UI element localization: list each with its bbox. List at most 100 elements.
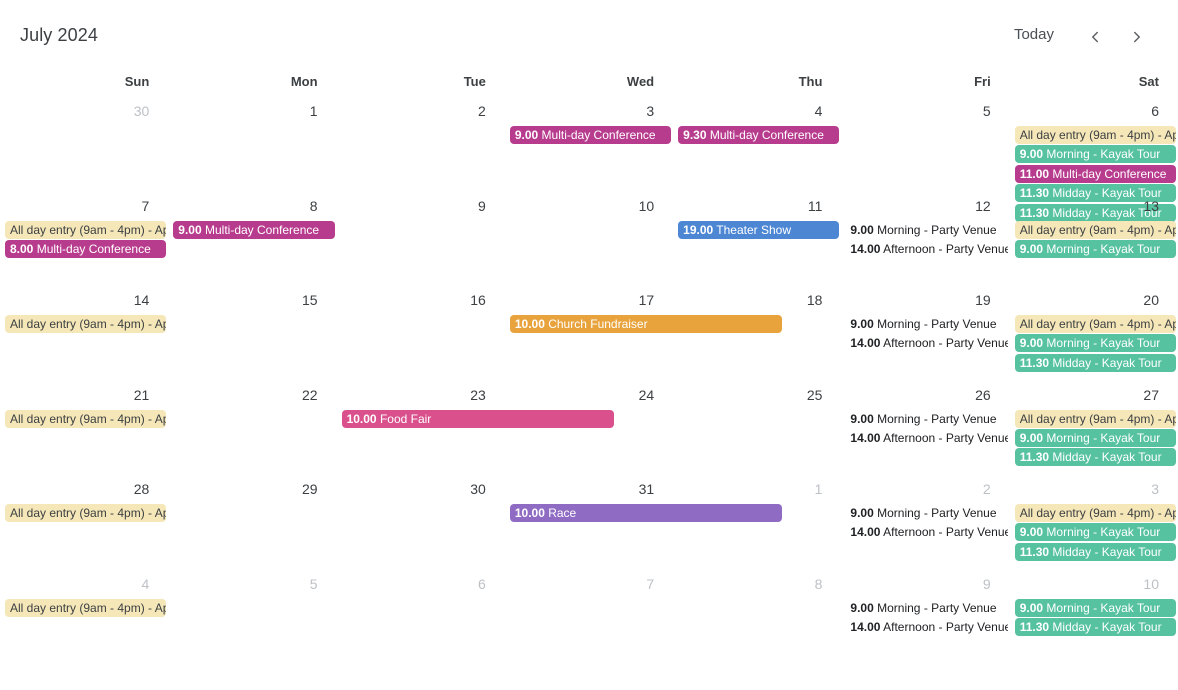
event-time: 14.00 bbox=[850, 336, 881, 351]
day-cell-30[interactable]: 30 bbox=[337, 478, 505, 502]
calendar-event[interactable]: 14.00 Afternoon - Party Venue bbox=[847, 523, 1007, 541]
calendar-event[interactable]: 14.00 Afternoon - Party Venue bbox=[847, 429, 1007, 447]
day-cell-20[interactable]: 20 bbox=[1010, 289, 1178, 313]
event-time: 14.00 bbox=[850, 619, 881, 634]
today-button[interactable]: Today bbox=[1008, 24, 1060, 45]
week-row: 45678910 All day entry (9am - 4pm) - Apar… bbox=[0, 573, 1178, 668]
day-cell-30[interactable]: 30 bbox=[0, 100, 168, 124]
day-cell-24[interactable]: 24 bbox=[505, 384, 673, 408]
calendar-event[interactable]: All day entry (9am - 4pm) - Apartment Vi… bbox=[1014, 409, 1176, 428]
calendar-event[interactable]: 10.00 Race bbox=[509, 504, 783, 522]
day-cell-6[interactable]: 6 bbox=[1010, 100, 1178, 124]
calendar-event[interactable]: 11.30 Midday - Kayak Tour bbox=[1014, 353, 1176, 372]
weekday-header-row: Sun Mon Tue Wed Thu Fri Sat bbox=[0, 72, 1178, 98]
week-row: 28 29 30 31 1 2 3 All day entry (9am - 4pm) - A… bbox=[0, 478, 1178, 573]
day-cell-29[interactable]: 29 bbox=[168, 478, 336, 502]
day-cell-27[interactable]: 27 bbox=[1010, 384, 1178, 408]
calendar-event[interactable]: All day entry (9am - 4pm) - Apartment Vi… bbox=[5, 315, 167, 333]
event-title: All day entry (9am - 4pm) - Apartment Vi… bbox=[10, 222, 167, 237]
day-cell-7[interactable]: 7 bbox=[0, 195, 168, 219]
day-cell-10[interactable]: 10 bbox=[1010, 573, 1178, 597]
day-cell-9[interactable]: 9 bbox=[337, 195, 505, 219]
calendar-event[interactable]: 11.30 Midday - Kayak Tour bbox=[1014, 542, 1176, 561]
calendar-event[interactable]: 9.30 Multi-day Conference bbox=[678, 126, 840, 144]
day-cell-15[interactable]: 15 bbox=[168, 289, 336, 313]
day-cell-8[interactable]: 8 bbox=[673, 573, 841, 597]
day-cell-18[interactable]: 18 bbox=[673, 289, 841, 313]
previous-month-button[interactable] bbox=[1078, 20, 1112, 54]
calendar-event[interactable]: 14.00 Afternoon - Party Venue bbox=[847, 618, 1007, 636]
calendar-event[interactable]: All day entry (9am - 4pm) - Apartment Vi… bbox=[5, 598, 167, 617]
calendar-event[interactable]: 9.00 Morning - Party Venue bbox=[847, 504, 1007, 522]
calendar-event[interactable]: 11.30 Midday - Kayak Tour bbox=[1014, 617, 1176, 636]
calendar-event[interactable]: 9.00 Morning - Kayak Tour bbox=[1014, 428, 1176, 447]
day-cell-31[interactable]: 31 bbox=[505, 478, 673, 502]
calendar-event[interactable]: 19.00 Theater Show bbox=[678, 220, 840, 239]
calendar-event[interactable]: All day entry (9am - 4pm) - Apartment Vi… bbox=[1014, 220, 1176, 239]
calendar-event[interactable]: All day entry (9am - 4pm) - Apartment Vi… bbox=[1014, 126, 1176, 144]
day-cell-4[interactable]: 4 bbox=[0, 573, 168, 597]
calendar-event[interactable]: 9.00 Morning - Kayak Tour bbox=[1014, 334, 1176, 353]
calendar-event[interactable]: 9.00 Morning - Kayak Tour bbox=[1014, 523, 1176, 542]
event-title: Midday - Kayak Tour bbox=[1052, 355, 1162, 370]
day-cell-26[interactable]: 26 bbox=[841, 384, 1009, 408]
day-cell-9[interactable]: 9 bbox=[841, 573, 1009, 597]
calendar-event[interactable]: 9.00 Morning - Kayak Tour bbox=[1014, 598, 1176, 617]
day-cell-19[interactable]: 19 bbox=[841, 289, 1009, 313]
day-cell-1[interactable]: 1 bbox=[673, 478, 841, 502]
day-cell-5[interactable]: 5 bbox=[168, 573, 336, 597]
event-title: Morning - Kayak Tour bbox=[1046, 600, 1161, 615]
calendar-event[interactable]: 11.00 Multi-day Conference bbox=[1014, 164, 1176, 183]
calendar-event[interactable]: 9.00 Morning - Kayak Tour bbox=[1014, 145, 1176, 164]
day-cell-10[interactable]: 10 bbox=[505, 195, 673, 219]
calendar-event[interactable]: 9.00 Multi-day Conference bbox=[509, 126, 672, 144]
calendar-event[interactable]: 9.00 Morning - Party Venue bbox=[847, 599, 1007, 617]
day-cell-1[interactable]: 1 bbox=[168, 100, 336, 124]
day-cell-28[interactable]: 28 bbox=[0, 478, 168, 502]
day-cell-11[interactable]: 11 bbox=[673, 195, 841, 219]
day-cell-2[interactable]: 2 bbox=[841, 478, 1009, 502]
day-cell-8[interactable]: 8 bbox=[168, 195, 336, 219]
calendar-event[interactable]: 11.30 Midday - Kayak Tour bbox=[1014, 448, 1176, 467]
day-cell-14[interactable]: 14 bbox=[0, 289, 168, 313]
calendar-event[interactable]: 9.00 Multi-day Conference bbox=[173, 220, 335, 239]
calendar-event[interactable]: 10.00 Food Fair bbox=[341, 409, 614, 428]
next-month-button[interactable] bbox=[1120, 20, 1154, 54]
day-cell-12[interactable]: 12 bbox=[841, 195, 1009, 219]
day-cell-16[interactable]: 16 bbox=[337, 289, 505, 313]
day-cell-4[interactable]: 4 bbox=[673, 100, 841, 124]
calendar-event[interactable]: 10.00 Church Fundraiser bbox=[509, 315, 783, 333]
day-cell-5[interactable]: 5 bbox=[841, 100, 1009, 124]
day-cell-7[interactable]: 7 bbox=[505, 573, 673, 597]
calendar-event[interactable]: 14.00 Afternoon - Party Venue bbox=[847, 240, 1007, 258]
day-cell-25[interactable]: 25 bbox=[673, 384, 841, 408]
calendar-event[interactable]: 8.00 Multi-day Conference bbox=[5, 239, 167, 258]
event-title: Midday - Kayak Tour bbox=[1052, 544, 1162, 559]
event-layer: All day entry (9am - 4pm) - Apartment Vi… bbox=[0, 315, 1178, 383]
event-title: All day entry (9am - 4pm) - Apartment Vi… bbox=[1019, 506, 1176, 520]
event-title: Afternoon - Party Venue bbox=[883, 336, 1008, 351]
day-cell-3[interactable]: 3 bbox=[505, 100, 673, 124]
day-cell-17[interactable]: 17 bbox=[505, 289, 673, 313]
day-cell-13[interactable]: 13 bbox=[1010, 195, 1178, 219]
day-cell-6[interactable]: 6 bbox=[337, 573, 505, 597]
calendar-event[interactable]: 14.00 Afternoon - Party Venue bbox=[847, 334, 1007, 352]
event-time: 10.00 bbox=[514, 506, 545, 520]
event-title: Morning - Party Venue bbox=[877, 506, 997, 520]
calendar-event[interactable]: All day entry (9am - 4pm) - Apartment Vi… bbox=[5, 220, 167, 239]
day-cell-23[interactable]: 23 bbox=[337, 384, 505, 408]
calendar-event[interactable]: 9.00 Morning - Party Venue bbox=[847, 315, 1007, 333]
calendar-event[interactable]: All day entry (9am - 4pm) - Apartment Vi… bbox=[5, 504, 167, 522]
day-cell-22[interactable]: 22 bbox=[168, 384, 336, 408]
calendar-event[interactable]: All day entry (9am - 4pm) - Apartment Vi… bbox=[1014, 504, 1176, 522]
event-title: Multi-day Conference bbox=[204, 222, 320, 237]
calendar-event[interactable]: 9.00 Morning - Party Venue bbox=[847, 410, 1007, 428]
day-cell-2[interactable]: 2 bbox=[337, 100, 505, 124]
calendar-event[interactable]: 9.00 Morning - Kayak Tour bbox=[1014, 239, 1176, 258]
day-cell-21[interactable]: 21 bbox=[0, 384, 168, 408]
day-cell-3[interactable]: 3 bbox=[1010, 478, 1178, 502]
calendar-event[interactable]: All day entry (9am - 4pm) - Apartment Vi… bbox=[5, 409, 167, 428]
calendar-event[interactable]: 9.00 Morning - Party Venue bbox=[847, 221, 1007, 239]
calendar-event[interactable]: All day entry (9am - 4pm) - Apartment Vi… bbox=[1014, 315, 1176, 333]
event-title: Afternoon - Party Venue bbox=[883, 619, 1008, 634]
